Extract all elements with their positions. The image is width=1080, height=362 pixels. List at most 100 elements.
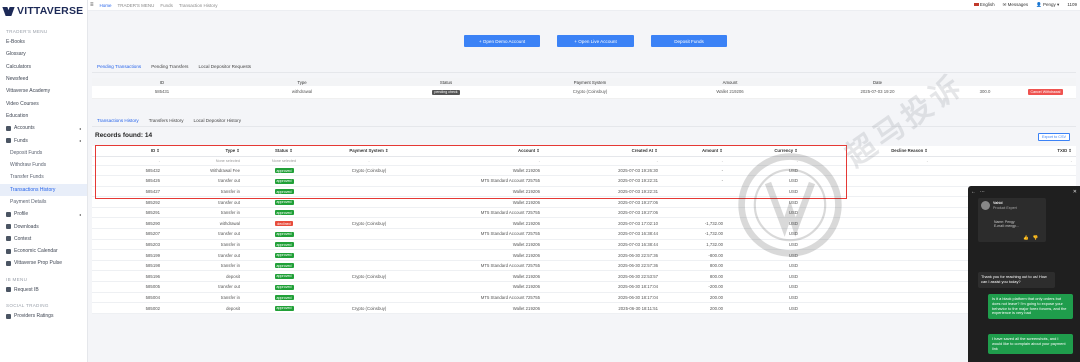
highlight-annotation-box — [95, 145, 847, 199]
sidebar-item-transactions-history[interactable]: Transactions History — [0, 183, 87, 196]
sidebar-item-label: Payment Details — [10, 199, 47, 205]
history-cell: 2025-07-03 16:38:44 — [544, 228, 662, 240]
sidebar-item-withdraw-funds[interactable]: Withdraw Funds — [0, 159, 87, 171]
user-menu[interactable]: 👤 Pengy ▾ — [1036, 2, 1059, 8]
ratings-icon — [6, 313, 11, 319]
thumbs-down-icon[interactable]: 👎 — [1033, 235, 1039, 241]
history-cell: Wallet 219206 — [414, 281, 544, 293]
history-cell: USD — [727, 228, 802, 240]
status-badge: approved — [274, 305, 294, 311]
open-live-account-button[interactable]: + Open Live Account — [557, 35, 634, 47]
sidebar-item-transfer-funds[interactable]: Transfer Funds — [0, 171, 87, 183]
history-cell: Crypto (Coinsbuy) — [324, 217, 414, 230]
breadcrumb-transaction-history: Transaction History — [178, 2, 218, 8]
history-cell-status: approved — [244, 239, 324, 251]
breadcrumb-funds[interactable]: Funds — [160, 3, 173, 8]
history-cell: USD — [727, 249, 802, 261]
sidebar-item-label: Economic Calendar — [14, 248, 58, 255]
sidebar-item-request-ib[interactable]: Request IB — [0, 284, 87, 296]
brand-logo[interactable]: VITTAVERSE — [0, 0, 87, 22]
history-cell: Crypto (Coinsbuy) — [324, 270, 414, 283]
top-bar: ≡ Home TRADER'S MENU Funds Transaction H… — [88, 0, 1080, 11]
history-cell: USD — [727, 239, 802, 251]
history-cell — [324, 207, 414, 219]
history-cell: 2025-07-03 17:02:10 — [544, 217, 662, 230]
chevron-icon: ◂ — [78, 211, 81, 217]
thumbs-up-icon[interactable]: 👍 — [1023, 235, 1029, 241]
history-cell: MT5 Standard Account 725755 — [414, 260, 544, 272]
history-cell: 2025-07-03 19:27:06 — [544, 207, 662, 219]
breadcrumb-traders-menu[interactable]: TRADER'S MENU — [118, 3, 155, 8]
history-cell — [662, 207, 727, 219]
funds-icon — [6, 138, 11, 144]
chat-close-icon[interactable]: ✕ — [1073, 189, 1077, 195]
history-cell: deposit — [164, 270, 244, 283]
uk-flag-icon — [973, 3, 979, 7]
history-cell — [324, 292, 414, 304]
breadcrumb: Home TRADER'S MENU Funds Transaction His… — [100, 3, 218, 8]
sidebar-item-vittaverse-academy[interactable]: Vittaverse Academy — [0, 85, 87, 97]
status-badge: approved — [274, 284, 294, 290]
chevron-icon: ◂ — [78, 138, 81, 144]
sidebar-item-calculators[interactable]: Calculators — [0, 61, 87, 73]
status-badge: approved — [274, 199, 294, 205]
history-cell — [324, 239, 414, 251]
breadcrumb-home[interactable]: Home — [100, 3, 112, 8]
sidebar-item-downloads[interactable]: Downloads — [0, 220, 87, 232]
status-badge: approved — [274, 295, 294, 301]
agent-card: Vahid Product Expert Name: Pengy E-mail:… — [978, 198, 1046, 242]
cell-type: withdrawal — [232, 86, 372, 99]
history-filter-cell[interactable]: - — [932, 156, 1076, 166]
chat-back-icon[interactable]: ← — [971, 189, 976, 195]
sidebar-item-label: Downloads — [14, 223, 39, 230]
sidebar-item-education[interactable]: Education — [0, 110, 87, 122]
sidebar-item-profile[interactable]: Profile ◂ — [0, 208, 87, 220]
history-cell: -800.00 — [662, 249, 727, 261]
sidebar-item-newsfeed[interactable]: Newsfeed — [0, 73, 87, 85]
history-cell-status: approved — [244, 270, 324, 283]
language-selector[interactable]: English — [973, 2, 995, 8]
sidebar: VITTAVERSE TRADER'S MENU E-Books Glossary… — [0, 0, 88, 362]
sidebar-item-deposit-funds[interactable]: Deposit Funds — [0, 147, 87, 159]
sidebar-item-label: Vittaverse Prop Pulse — [14, 260, 62, 267]
sidebar-item-contest[interactable]: Contest — [0, 233, 87, 245]
history-cell — [802, 217, 932, 230]
sidebar-item-accounts[interactable]: Accounts ◂ — [0, 122, 87, 134]
sidebar-item-label: Calculators — [6, 63, 32, 70]
sidebar-item-providers-ratings[interactable]: Providers Ratings — [0, 310, 87, 322]
history-cell: transfer in — [164, 292, 244, 304]
col-payment-system: Payment System — [520, 78, 660, 86]
history-cell: -1,732.00 — [662, 228, 727, 240]
export-csv-button[interactable]: Export to CSV — [1038, 133, 1071, 141]
sidebar-item-payment-details[interactable]: Payment Details — [0, 196, 87, 208]
table-row: 585291 transfer in approved MT5 Standard Ac… — [92, 207, 1076, 219]
hamburger-menu-icon[interactable]: ≡ — [90, 2, 94, 8]
chat-more-icon[interactable]: ⋯ — [980, 189, 985, 195]
cancel-withdrawal-button[interactable]: Cancel Withdrawal — [1027, 89, 1064, 96]
history-cell: 585198 — [92, 260, 164, 272]
messages-link[interactable]: ✉ Messages — [1003, 2, 1029, 8]
history-cell: transfer out — [164, 228, 244, 240]
table-row: 585002 deposit approved Crypto (Coinsbuy) Wa… — [92, 302, 1076, 314]
sidebar-item-e-books[interactable]: E-Books — [0, 36, 87, 48]
sidebar-item-label: Contest — [14, 235, 32, 242]
chat-header: ← ⋯ ✕ — [968, 186, 1080, 198]
sidebar-item-funds[interactable]: Funds ◂ — [0, 134, 87, 146]
status-badge: approved — [274, 263, 294, 269]
deposit-funds-button[interactable]: Deposit Funds — [651, 35, 727, 47]
chat-message-outgoing: I have saved all the screenshots, and I … — [988, 334, 1073, 355]
sidebar-item-economic-calendar[interactable]: Economic Calendar — [0, 245, 87, 257]
sidebar-item-label: Transfer Funds — [10, 174, 44, 181]
sidebar-item-glossary[interactable]: Glossary — [0, 48, 87, 60]
sidebar-item-label: Glossary — [6, 51, 26, 58]
history-cell: Wallet 219206 — [414, 270, 544, 283]
history-cell: transfer out — [164, 249, 244, 261]
status-badge: approved — [274, 252, 294, 258]
history-cell-status: approved — [244, 249, 324, 261]
history-col-header[interactable]: TXID ⇕ — [932, 146, 1076, 157]
sidebar-item-vittaverse-prop-pulse[interactable]: Vittaverse Prop Pulse — [0, 257, 87, 269]
agent-avatar — [981, 201, 990, 210]
sidebar-item-video-courses[interactable]: Video Courses — [0, 97, 87, 109]
open-demo-account-button[interactable]: + Open Demo Account — [464, 35, 540, 47]
agent-role: Product Expert — [993, 205, 1017, 210]
